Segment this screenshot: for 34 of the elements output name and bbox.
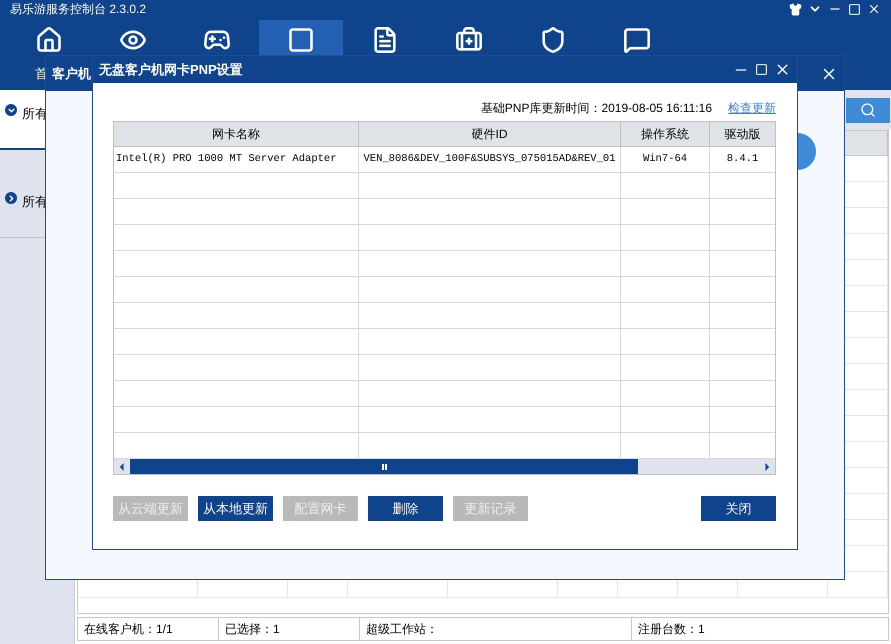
column-header: 网卡名称 <box>114 122 359 146</box>
table-cell: Intel(R) PRO 1000 MT Server Adapter <box>114 147 359 172</box>
table-cell: VEN_8086&DEV_100F&SUBSYS_075015AD&REV_01 <box>359 147 621 172</box>
dialog-title: 客户机 <box>52 64 91 83</box>
update-time-text: 基础PNP库更新时间：2019-08-05 16:11:16 <box>480 100 712 117</box>
maximize-icon[interactable] <box>755 63 768 76</box>
dialog-title: 无盘客户机网卡PNP设置 <box>99 60 243 79</box>
table-cell: Win7-64 <box>621 147 710 172</box>
maximize-icon[interactable] <box>848 2 861 16</box>
nav-item[interactable] <box>259 20 343 55</box>
action-button[interactable]: 删除 <box>368 496 443 521</box>
column-header: 操作系统 <box>621 122 710 146</box>
shirt-icon[interactable] <box>789 2 802 16</box>
status-text: 已选择：1 <box>219 618 360 640</box>
expand-icon[interactable] <box>5 104 17 116</box>
status-text: 注册台数：1 <box>637 621 706 638</box>
column-header: 驱动版 <box>710 122 775 146</box>
search-button[interactable] <box>846 98 890 122</box>
app-title: 易乐游服务控制台 2.3.0.2 <box>10 1 146 18</box>
home-icon <box>35 26 63 54</box>
check-update-link[interactable]: 检查更新 <box>728 99 776 117</box>
close-button[interactable]: 关闭 <box>701 496 776 521</box>
scrollbar-thumb[interactable] <box>130 459 638 474</box>
column-header: 硬件ID <box>359 122 621 146</box>
square-icon <box>287 26 315 54</box>
message-icon <box>623 26 651 54</box>
search-icon <box>860 102 876 118</box>
collapse-icon[interactable] <box>5 192 17 204</box>
table-cell: 8.4.1 <box>710 147 775 172</box>
status-text: 在线客户机：1/1 <box>78 618 219 640</box>
horizontal-scrollbar[interactable] <box>114 459 775 474</box>
close-icon[interactable] <box>867 2 881 16</box>
action-button[interactable]: 从本地更新 <box>198 496 273 521</box>
status-text: 超级工作站： <box>360 618 632 640</box>
